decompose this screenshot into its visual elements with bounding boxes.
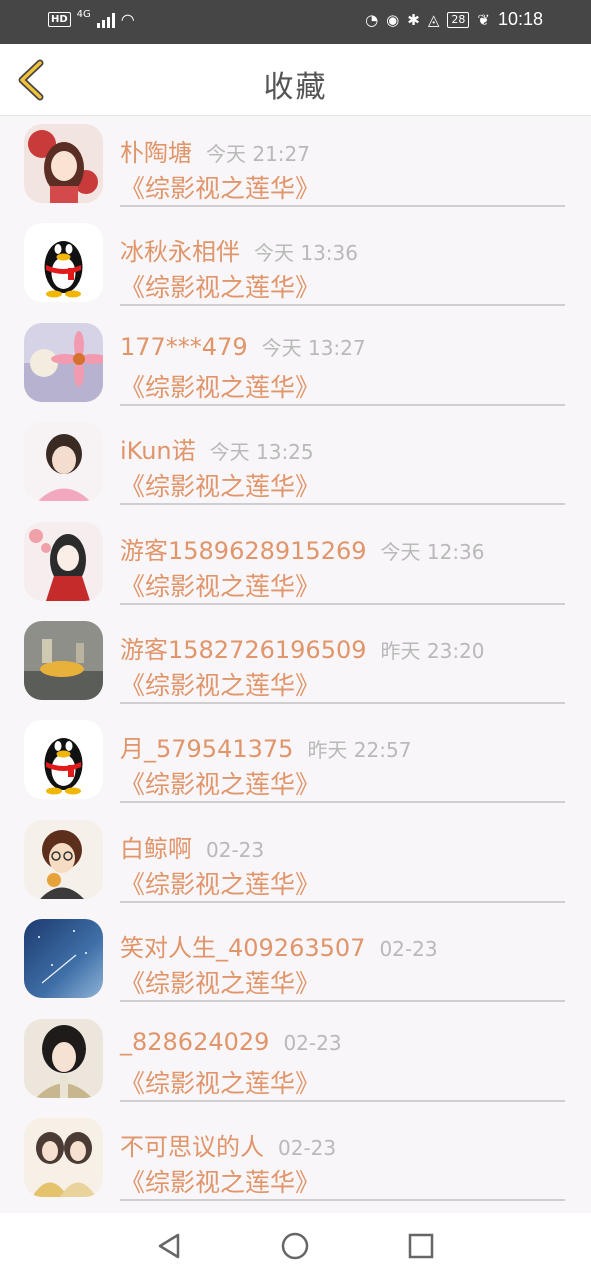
work-title[interactable]: 《综影视之莲华》 <box>120 1064 320 1100</box>
anime-couple-avatar-image <box>24 1117 103 1197</box>
bluetooth-icon: ✱ <box>407 10 420 29</box>
person-avatar-image <box>24 422 103 502</box>
list-item[interactable]: 朴陶塘 今天 21:27 《综影视之莲华》 <box>0 117 591 216</box>
anime-boy-avatar-image <box>24 1018 103 1098</box>
qq-penguin-avatar-image <box>24 720 103 800</box>
timestamp: 02-23 <box>206 837 265 862</box>
username: 冰秋永相伴 <box>120 238 240 267</box>
username: 不可思议的人 <box>120 1132 264 1161</box>
divider <box>120 1198 565 1201</box>
status-bar: HD 4G ◠ ◔ ◉ ✱ ◬ 28 ❦ 10:18 <box>0 0 591 44</box>
list-item[interactable]: 冰秋永相伴 今天 13:36 《综影视之莲华》 <box>0 216 591 315</box>
timestamp: 昨天 22:57 <box>307 738 412 763</box>
avatar[interactable] <box>24 1117 103 1197</box>
avatar[interactable] <box>24 620 103 700</box>
avatar[interactable] <box>24 720 103 800</box>
nav-back-button[interactable] <box>152 1229 186 1263</box>
avatar[interactable] <box>24 819 103 899</box>
night-sky-avatar-image <box>24 919 103 999</box>
divider <box>120 602 565 605</box>
timestamp: 02-23 <box>283 1030 342 1055</box>
username: 月_579541375 <box>120 735 294 764</box>
list-item[interactable]: 177***479 今天 13:27 《综影视之莲华》 <box>0 316 591 415</box>
avatar[interactable] <box>24 521 103 601</box>
eye-icon: ◉ <box>386 10 400 29</box>
avatar[interactable] <box>24 223 103 303</box>
avatar[interactable] <box>24 322 103 402</box>
avatar[interactable] <box>24 422 103 502</box>
signal-icon <box>96 12 115 28</box>
nav-recents-button[interactable] <box>404 1229 438 1263</box>
list-item[interactable]: 白鲸啊 02-23 《综影视之莲华》 <box>0 813 591 912</box>
timestamp: 今天 13:27 <box>261 335 366 360</box>
circle-home-icon <box>281 1232 309 1260</box>
divider <box>120 503 565 506</box>
work-title[interactable]: 《综影视之莲华》 <box>120 1163 320 1199</box>
work-title[interactable]: 《综影视之莲华》 <box>120 268 320 304</box>
triangle-back-icon <box>158 1233 180 1259</box>
divider <box>120 801 565 804</box>
username: 白鲸啊 <box>120 834 192 863</box>
work-title[interactable]: 《综影视之莲华》 <box>120 964 320 1000</box>
system-nav-bar <box>0 1213 591 1280</box>
username: 朴陶塘 <box>120 139 192 167</box>
square-recents-icon <box>408 1233 434 1259</box>
work-title[interactable]: 《综影视之莲华》 <box>120 368 320 404</box>
network-type: 4G <box>76 9 91 20</box>
work-title[interactable]: 《综影视之莲华》 <box>120 865 320 901</box>
timestamp: 昨天 23:20 <box>380 638 485 663</box>
username: 177***479 <box>120 332 248 361</box>
work-title[interactable]: 《综影视之莲华》 <box>120 169 320 205</box>
avatar[interactable] <box>24 124 103 203</box>
nfc-icon: ◔ <box>365 10 379 29</box>
username: iKun诺 <box>120 437 196 466</box>
scenery-avatar-image <box>24 620 103 700</box>
timestamp: 今天 12:36 <box>380 539 485 564</box>
timestamp: 02-23 <box>278 1135 337 1160</box>
divider <box>120 900 565 903</box>
avatar[interactable] <box>24 1018 103 1098</box>
list-item[interactable]: 不可思议的人 02-23 《综影视之莲华》 <box>0 1111 591 1210</box>
divider <box>120 1099 565 1102</box>
clock: 10:18 <box>497 9 543 29</box>
timestamp: 今天 13:25 <box>209 440 314 465</box>
divider <box>120 701 565 704</box>
favorites-list: 朴陶塘 今天 21:27 《综影视之莲华》 冰秋永相伴 今天 13:36 《综影视之… <box>0 117 591 1210</box>
flower-avatar-image <box>24 322 103 402</box>
username: 游客1589628915269 <box>120 536 367 565</box>
username: _828624029 <box>120 1027 270 1056</box>
mute-bell-icon: ◬ <box>427 10 440 29</box>
timestamp: 02-23 <box>379 937 438 962</box>
nav-home-button[interactable] <box>278 1229 312 1263</box>
timestamp: 今天 13:36 <box>254 241 358 266</box>
work-title[interactable]: 《综影视之莲华》 <box>120 567 320 603</box>
hd-indicator: HD <box>48 12 71 27</box>
qq-penguin-avatar-image <box>24 223 103 303</box>
anime-girl-avatar-image <box>24 124 103 203</box>
list-item[interactable]: _828624029 02-23 《综影视之莲华》 <box>0 1012 591 1111</box>
avatar[interactable] <box>24 919 103 999</box>
leaf-icon: ❦ <box>477 10 490 29</box>
anime-girl-avatar-image <box>24 521 103 601</box>
list-item[interactable]: iKun诺 今天 13:25 《综影视之莲华》 <box>0 415 591 514</box>
divider <box>120 304 565 307</box>
divider <box>120 1000 565 1003</box>
list-item[interactable]: 月_579541375 昨天 22:57 《综影视之莲华》 <box>0 713 591 812</box>
divider <box>120 403 565 406</box>
work-title[interactable]: 《综影视之莲华》 <box>120 467 320 503</box>
battery-icon: 28 <box>447 11 470 28</box>
wifi-icon: ◠ <box>120 10 135 29</box>
timestamp: 今天 21:27 <box>206 142 310 166</box>
anime-boy-avatar-image <box>24 819 103 899</box>
work-title[interactable]: 《综影视之莲华》 <box>120 666 320 702</box>
list-item[interactable]: 笑对人生_409263507 02-23 《综影视之莲华》 <box>0 912 591 1011</box>
list-item[interactable]: 游客1582726196509 昨天 23:20 《综影视之莲华》 <box>0 614 591 713</box>
page-title: 收藏 <box>263 70 328 105</box>
app-header: 收藏 <box>0 44 591 116</box>
list-item[interactable]: 游客1589628915269 今天 12:36 《综影视之莲华》 <box>0 515 591 614</box>
divider <box>120 205 565 207</box>
work-title[interactable]: 《综影视之莲华》 <box>120 765 320 801</box>
username: 笑对人生_409263507 <box>120 934 366 963</box>
username: 游客1582726196509 <box>120 635 367 664</box>
